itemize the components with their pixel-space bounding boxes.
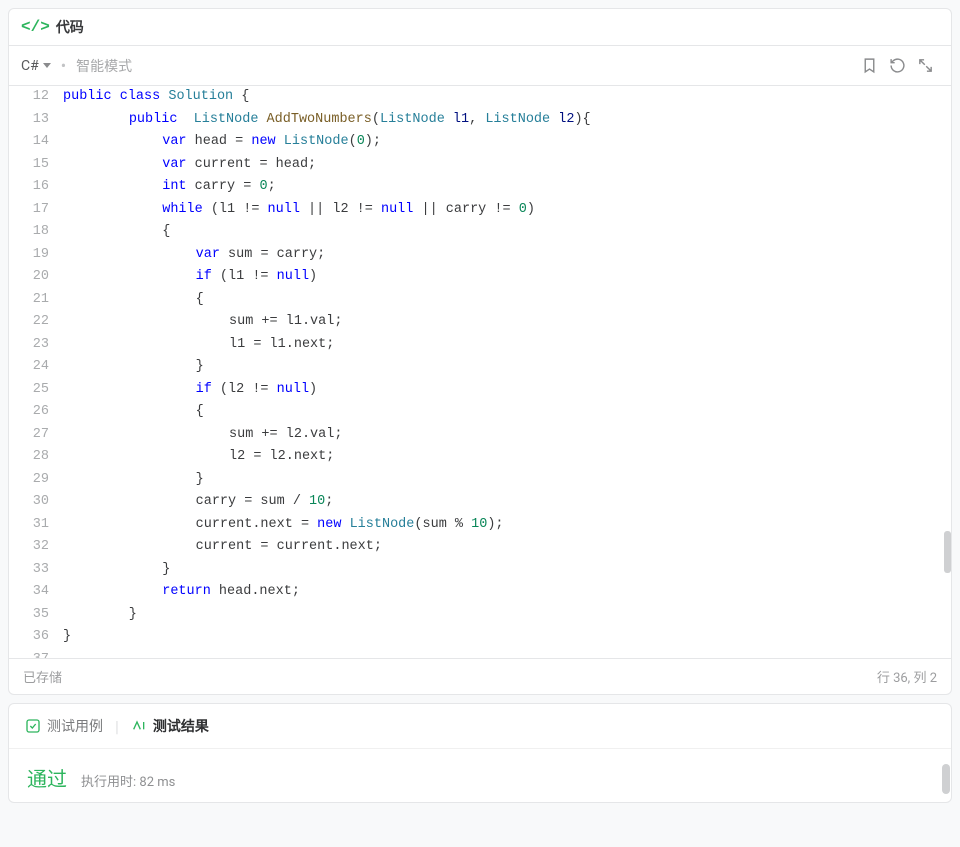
code-line[interactable]: } [63, 604, 951, 627]
code-line[interactable]: var head = new ListNode(0); [63, 131, 951, 154]
status-bar: 已存储 行 36, 列 2 [9, 658, 951, 694]
line-number: 17 [17, 199, 49, 222]
code-line[interactable]: public class Solution { [63, 86, 951, 109]
line-number: 12 [17, 86, 49, 109]
code-line[interactable]: } [63, 469, 951, 492]
saved-status: 已存储 [23, 667, 62, 686]
line-number: 22 [17, 311, 49, 334]
line-number: 33 [17, 559, 49, 582]
code-line[interactable]: current = current.next; [63, 536, 951, 559]
line-number: 26 [17, 401, 49, 424]
line-number: 31 [17, 514, 49, 537]
cursor-position: 行 36, 列 2 [877, 667, 937, 686]
line-number: 21 [17, 289, 49, 312]
line-number: 14 [17, 131, 49, 154]
tab-testcases[interactable]: 测试用例 [21, 714, 107, 738]
panel-title: 代码 [56, 17, 84, 37]
tab-results-label: 测试结果 [153, 716, 209, 736]
tab-divider: | [115, 717, 119, 736]
code-line[interactable]: } [63, 626, 951, 649]
fullscreen-icon[interactable] [911, 52, 939, 80]
code-line[interactable]: sum += l2.val; [63, 424, 951, 447]
line-number: 34 [17, 581, 49, 604]
line-number: 18 [17, 221, 49, 244]
code-line[interactable]: sum += l1.val; [63, 311, 951, 334]
execution-time: 执行用时: 82 ms [81, 771, 175, 790]
reset-icon[interactable] [883, 52, 911, 80]
code-line[interactable]: { [63, 289, 951, 312]
line-number: 37 [17, 649, 49, 659]
code-line[interactable]: if (l1 != null) [63, 266, 951, 289]
line-number: 30 [17, 491, 49, 514]
code-line[interactable]: { [63, 401, 951, 424]
line-number: 27 [17, 424, 49, 447]
code-line[interactable]: l2 = l2.next; [63, 446, 951, 469]
code-line[interactable]: } [63, 356, 951, 379]
result-body: 通过 执行用时: 82 ms [9, 749, 951, 806]
code-icon: </> [21, 18, 50, 36]
editor-toolbar: C# • 智能模式 [9, 46, 951, 86]
code-line[interactable]: var current = head; [63, 154, 951, 177]
chevron-down-icon [43, 63, 51, 68]
separator-dot: • [61, 56, 66, 75]
mode-label: 智能模式 [76, 56, 132, 76]
tab-results[interactable]: 测试结果 [127, 714, 213, 738]
code-line[interactable]: int carry = 0; [63, 176, 951, 199]
result-pass-label: 通过 [27, 763, 67, 792]
line-number: 32 [17, 536, 49, 559]
code-panel: </> 代码 C# • 智能模式 12131415161718192021222… [8, 8, 952, 695]
code-line[interactable] [63, 649, 951, 659]
scrollbar-thumb[interactable] [944, 531, 951, 573]
code-line[interactable]: if (l2 != null) [63, 379, 951, 402]
line-number: 15 [17, 154, 49, 177]
language-label: C# [21, 58, 39, 74]
line-number: 20 [17, 266, 49, 289]
results-scrollbar-thumb[interactable] [942, 764, 950, 794]
code-line[interactable]: public ListNode AddTwoNumbers(ListNode l… [63, 109, 951, 132]
line-number: 35 [17, 604, 49, 627]
line-number: 36 [17, 626, 49, 649]
language-selector[interactable]: C# [21, 58, 51, 74]
code-line[interactable]: var sum = carry; [63, 244, 951, 267]
tab-testcases-label: 测试用例 [47, 716, 103, 736]
bookmark-icon[interactable] [855, 52, 883, 80]
code-content[interactable]: public class Solution { public ListNode … [63, 86, 951, 658]
line-number: 13 [17, 109, 49, 132]
code-line[interactable]: while (l1 != null || l2 != null || carry… [63, 199, 951, 222]
line-number: 29 [17, 469, 49, 492]
line-number: 16 [17, 176, 49, 199]
code-line[interactable]: { [63, 221, 951, 244]
code-line[interactable]: return head.next; [63, 581, 951, 604]
line-number: 24 [17, 356, 49, 379]
results-panel: 测试用例 | 测试结果 通过 执行用时: 82 ms [8, 703, 952, 803]
line-number: 25 [17, 379, 49, 402]
results-tabs: 测试用例 | 测试结果 [9, 704, 951, 749]
code-editor[interactable]: 1213141516171819202122232425262728293031… [9, 86, 951, 658]
line-gutter: 1213141516171819202122232425262728293031… [9, 86, 63, 658]
code-line[interactable]: l1 = l1.next; [63, 334, 951, 357]
line-number: 28 [17, 446, 49, 469]
title-bar: </> 代码 [9, 9, 951, 46]
code-line[interactable]: } [63, 559, 951, 582]
line-number: 19 [17, 244, 49, 267]
code-line[interactable]: carry = sum / 10; [63, 491, 951, 514]
line-number: 23 [17, 334, 49, 357]
code-line[interactable]: current.next = new ListNode(sum % 10); [63, 514, 951, 537]
